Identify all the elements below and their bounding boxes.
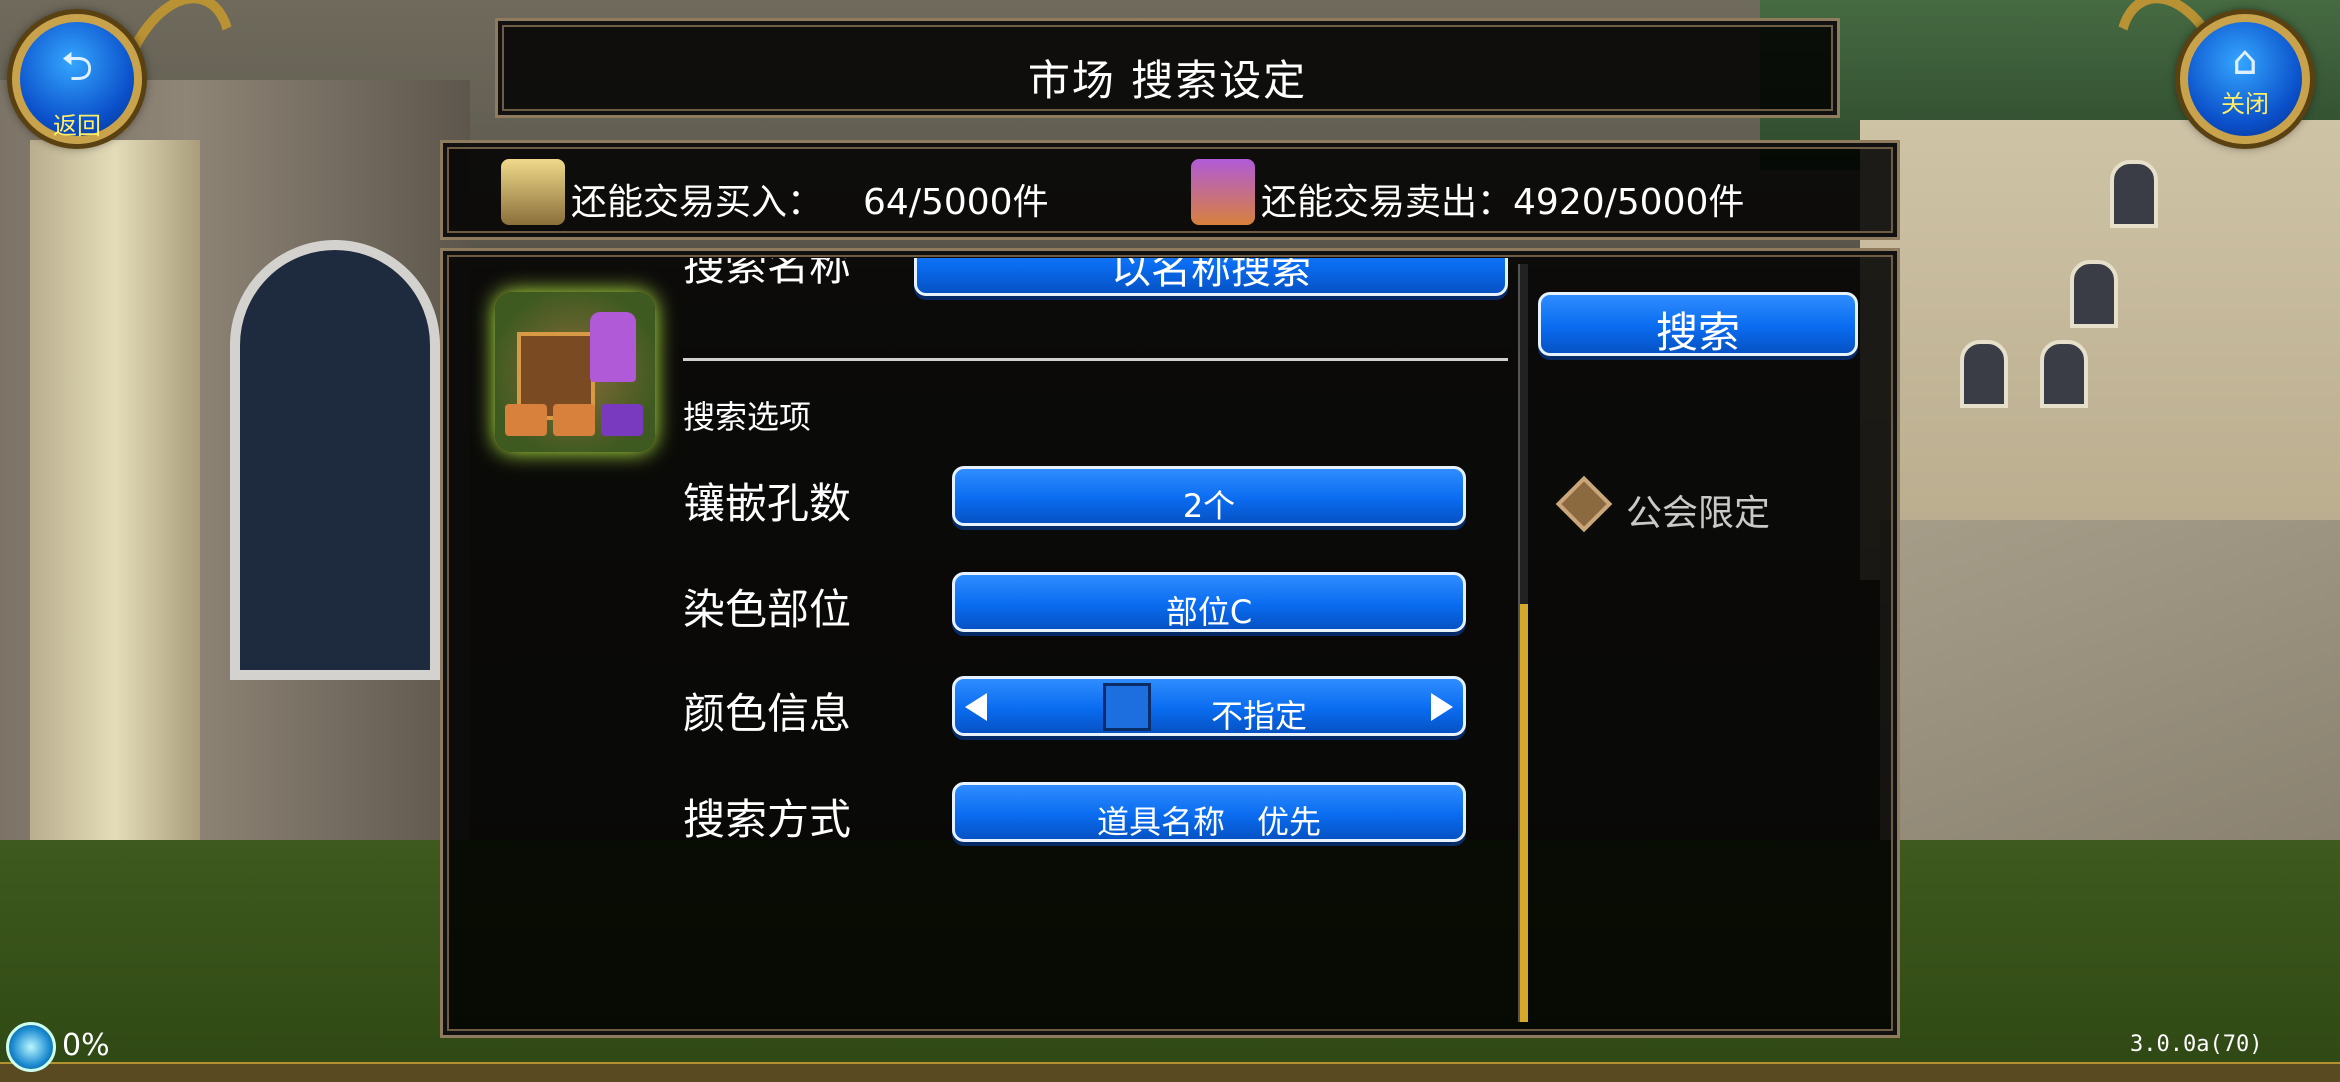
bottom-status-bar (0, 1062, 2340, 1082)
divider (683, 358, 1508, 361)
options-scrollbar[interactable] (1518, 264, 1528, 1022)
dye-part-label: 染色部位 (683, 585, 852, 634)
back-button[interactable]: ⮌ 返回 (12, 14, 142, 144)
search-button[interactable]: 搜索 (1538, 292, 1858, 357)
sell-stat: 还能交易卖出：4920/5000件 (1261, 173, 1744, 225)
version-label: 3.0.0a(70) (2130, 1032, 2263, 1057)
home-icon: ⌂ (2232, 38, 2258, 84)
buy-stat: 还能交易买入： 64/5000件 (571, 173, 1049, 225)
dye-part-value: 部位C (1165, 593, 1253, 631)
trade-stats-bar: 还能交易买入： 64/5000件 还能交易卖出：4920/5000件 (440, 140, 1900, 240)
progress-text: 0% (62, 1028, 110, 1063)
color-info-label: 颜色信息 (683, 689, 852, 738)
buy-label: 还能交易买入： (571, 182, 824, 223)
page-title: 市场 搜索设定 (1027, 56, 1308, 105)
search-settings-panel (440, 248, 1900, 1038)
market-stall-icon (495, 292, 655, 452)
search-mode-select[interactable]: 道具名称 优先 (952, 782, 1466, 842)
search-options-heading: 搜索选项 (683, 398, 812, 436)
search-by-name-label: 以名称搜索 (1111, 258, 1311, 293)
sell-label: 还能交易卖出： (1261, 182, 1514, 223)
search-mode-label: 搜索方式 (683, 795, 852, 844)
search-button-label: 搜索 (1655, 308, 1740, 357)
search-name-label: 搜索名称 (683, 258, 852, 290)
sell-value: 4920/5000件 (1513, 182, 1745, 223)
close-label: 关闭 (2221, 90, 2269, 118)
slots-label: 镶嵌孔数 (683, 479, 852, 528)
search-by-name-button[interactable]: 以名称搜索 (914, 258, 1508, 296)
guild-only-label[interactable]: 公会限定 (1626, 484, 1770, 536)
close-button[interactable]: ⌂ 关闭 (2180, 14, 2310, 144)
color-info-selector[interactable]: 不指定 (952, 676, 1466, 736)
progress-orb-icon (6, 1022, 56, 1072)
buy-value: 64/5000件 (863, 182, 1049, 223)
return-arrow-icon: ⮌ (60, 44, 94, 90)
market-sell-icon (1191, 159, 1255, 225)
search-name-row: 搜索名称 以名称搜索 (670, 258, 1520, 302)
slots-value: 2个 (1182, 487, 1236, 525)
color-swatch (1103, 683, 1151, 731)
search-mode-value: 道具名称 优先 (1096, 803, 1321, 841)
back-label: 返回 (53, 112, 101, 140)
color-info-value: 不指定 (1210, 697, 1307, 735)
title-bar: 市场 搜索设定 (495, 18, 1840, 118)
arrow-left-icon[interactable] (965, 693, 987, 721)
scroll-thumb[interactable] (1520, 604, 1528, 1022)
market-buy-icon (501, 159, 565, 225)
slots-select[interactable]: 2个 (952, 466, 1466, 526)
arrow-right-icon[interactable] (1431, 693, 1453, 721)
dye-part-select[interactable]: 部位C (952, 572, 1466, 632)
